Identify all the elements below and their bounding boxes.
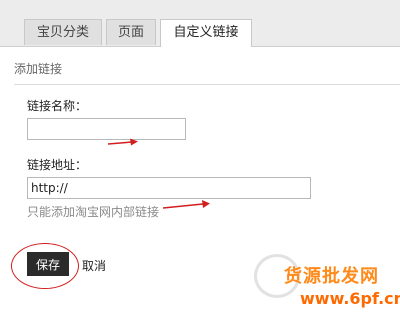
tab-bar: 宝贝分类 页面 自定义链接 bbox=[0, 0, 400, 47]
cancel-link[interactable]: 取消 bbox=[82, 257, 106, 274]
annotation-arrow-name bbox=[108, 138, 138, 146]
section-title: 添加链接 bbox=[14, 62, 63, 76]
tab-pages[interactable]: 页面 bbox=[106, 19, 156, 45]
tab-custom-links[interactable]: 自定义链接 bbox=[160, 19, 252, 47]
annotation-arrow-url bbox=[163, 200, 210, 209]
watermark-title: 货源批发网 bbox=[284, 266, 379, 287]
tab-product-categories[interactable]: 宝贝分类 bbox=[24, 19, 102, 45]
divider bbox=[14, 84, 400, 85]
link-name-label: 链接名称： bbox=[27, 99, 88, 113]
link-url-hint: 只能添加淘宝网内部链接 bbox=[27, 205, 160, 219]
link-url-input[interactable] bbox=[27, 177, 311, 199]
annotation-circle bbox=[11, 243, 79, 289]
watermark-url: www.6pf.cn bbox=[300, 289, 400, 308]
link-name-input[interactable] bbox=[27, 118, 186, 140]
link-url-label: 链接地址： bbox=[27, 158, 88, 172]
